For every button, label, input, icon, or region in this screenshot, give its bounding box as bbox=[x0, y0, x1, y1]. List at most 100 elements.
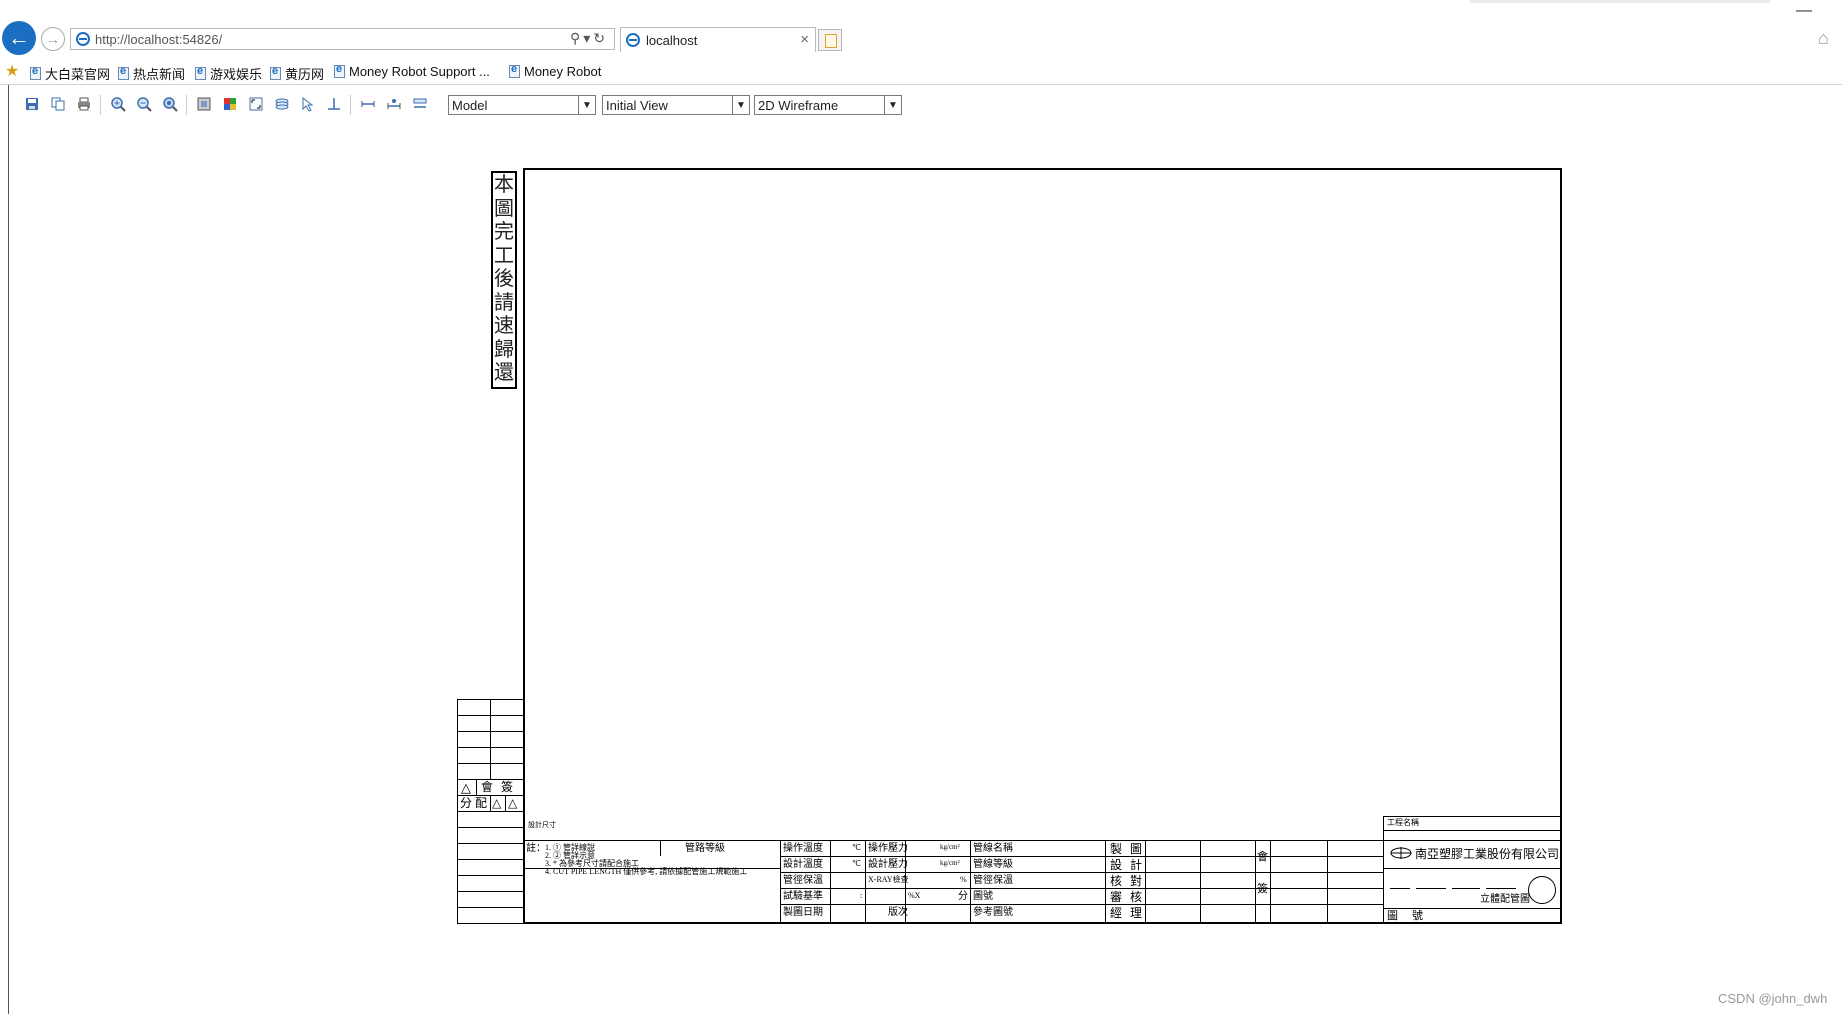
unit-mark: ℃ bbox=[852, 859, 861, 868]
layout-select-value: Model bbox=[452, 98, 488, 113]
url-text[interactable]: http://localhost:54826/ bbox=[95, 32, 222, 47]
property-label: 設計溫度 bbox=[783, 859, 823, 870]
note-line: 4. CUT PIPE LENGTH 僅供參考, 請依據配管施工規範施工 bbox=[545, 867, 748, 876]
approval-label: 審核 bbox=[1110, 890, 1151, 904]
forward-button[interactable]: → bbox=[41, 27, 65, 51]
chevron-down-icon[interactable]: ▼ bbox=[732, 96, 749, 114]
ortho-icon[interactable] bbox=[323, 93, 345, 115]
approval-label: 製圖 bbox=[1110, 842, 1151, 856]
new-tab-button[interactable] bbox=[818, 29, 842, 51]
chevron-down-icon[interactable]: ▼ bbox=[578, 96, 595, 114]
toolbar-separator bbox=[100, 95, 101, 115]
chevron-down-icon[interactable]: ▼ bbox=[884, 96, 901, 114]
title-block-line bbox=[1200, 840, 1201, 924]
view-select-value: Initial View bbox=[606, 98, 668, 113]
approval-label: 設計 bbox=[1110, 858, 1151, 872]
grid-line bbox=[505, 795, 506, 811]
property-label: 操作溫度 bbox=[783, 843, 823, 854]
favorite-link[interactable]: Money Robot Support ... bbox=[334, 63, 490, 79]
unit-mark: 分 bbox=[958, 891, 968, 902]
title-block-line bbox=[1105, 840, 1106, 924]
favorite-link[interactable]: 黄历网 bbox=[270, 64, 324, 83]
grid-line bbox=[457, 731, 524, 732]
favorites-bar: ★ 大白菜官网 热点新闻 游戏娱乐 黄历网 Money Robot Suppor… bbox=[0, 60, 1842, 84]
copy-icon[interactable] bbox=[47, 93, 69, 115]
title-block-line bbox=[1383, 840, 1384, 924]
print-icon[interactable] bbox=[73, 93, 95, 115]
title-block-line bbox=[1383, 868, 1562, 869]
title-block-line bbox=[970, 840, 971, 924]
unit-mark: kg/cm² bbox=[940, 859, 960, 867]
favorite-link[interactable]: 热点新闻 bbox=[118, 64, 185, 83]
home-icon[interactable]: ⌂ bbox=[1818, 28, 1829, 49]
property-label: 操作壓力 bbox=[868, 843, 908, 854]
project-name-label: 工程名稱 bbox=[1387, 818, 1419, 827]
zoom-in-icon[interactable] bbox=[107, 93, 129, 115]
view-select[interactable]: Initial View ▼ bbox=[602, 95, 750, 115]
design-size-label: 設計尺寸 bbox=[528, 821, 556, 829]
layer-icon[interactable] bbox=[193, 93, 215, 115]
favorites-star-icon[interactable]: ★ bbox=[5, 61, 19, 81]
circle-symbol bbox=[1528, 876, 1556, 904]
title-block-line bbox=[780, 856, 1383, 857]
zoom-extents-icon[interactable] bbox=[245, 93, 267, 115]
toolbar-separator bbox=[350, 95, 351, 115]
zoom-realtime-icon[interactable] bbox=[159, 93, 181, 115]
title-block-line bbox=[523, 840, 1562, 841]
favorite-link[interactable]: 大白菜官网 bbox=[30, 64, 110, 83]
select-icon[interactable] bbox=[297, 93, 319, 115]
color-icon[interactable] bbox=[219, 93, 241, 115]
title-line bbox=[1390, 888, 1410, 889]
grid-line bbox=[457, 859, 524, 860]
property-label: 管徑保溫 bbox=[783, 875, 823, 886]
grid-line bbox=[457, 715, 524, 716]
grid-line bbox=[457, 843, 524, 844]
watermark: CSDN @john_dwh bbox=[1718, 991, 1828, 1006]
grid-line bbox=[457, 891, 524, 892]
meeting-label: 簽 bbox=[1257, 883, 1268, 895]
title-block-line bbox=[865, 840, 866, 924]
title-block-line bbox=[1383, 816, 1562, 817]
favorite-link[interactable]: 游戏娱乐 bbox=[195, 64, 262, 83]
visual-style-select[interactable]: 2D Wireframe ▼ bbox=[754, 95, 902, 115]
measure-area-icon[interactable] bbox=[409, 93, 431, 115]
grid-line bbox=[457, 747, 524, 748]
layout-select[interactable]: Model ▼ bbox=[448, 95, 596, 115]
revision-label: 會 bbox=[481, 780, 494, 794]
company-logo-icon bbox=[1390, 847, 1412, 859]
page-border bbox=[8, 85, 9, 1014]
property-label: X-RAY檢查 bbox=[868, 875, 909, 884]
title-block-line bbox=[1255, 840, 1256, 924]
popup-edge bbox=[1470, 0, 1770, 3]
page-icon bbox=[195, 65, 206, 80]
back-arrow-icon: ← bbox=[8, 25, 30, 50]
save-icon[interactable] bbox=[21, 93, 43, 115]
minimize-icon[interactable]: — bbox=[1796, 2, 1812, 20]
zoom-out-icon[interactable] bbox=[133, 93, 155, 115]
property-label: 製圖日期 bbox=[783, 907, 823, 918]
toolbar-separator bbox=[186, 95, 187, 115]
notes-label: 註： bbox=[526, 843, 546, 854]
back-button[interactable]: ← bbox=[2, 21, 36, 55]
vertical-note: 本 圖 完 工 後 請 速 歸 還 bbox=[494, 174, 514, 384]
visual-style-select-value: 2D Wireframe bbox=[758, 98, 839, 113]
property-label: 設計壓力 bbox=[868, 859, 908, 870]
cad-drawing[interactable]: 本 圖 完 工 後 請 速 歸 還 △ 會 簽 分 配 △ △ 設計尺寸 註： … bbox=[420, 168, 1570, 928]
unit-mark: kg/cm² bbox=[940, 843, 960, 851]
drawing-border bbox=[523, 168, 1562, 924]
revision-label: 配 bbox=[475, 796, 488, 810]
close-tab-icon[interactable]: × bbox=[800, 31, 809, 48]
grid-line bbox=[457, 907, 524, 908]
divider bbox=[0, 84, 1842, 85]
revision-label: 簽 bbox=[501, 780, 514, 794]
title-block-line bbox=[660, 840, 661, 856]
layers-list-icon[interactable] bbox=[271, 93, 293, 115]
ie-tab-icon bbox=[626, 33, 640, 47]
search-refresh-icon[interactable]: ⚲▾↻ bbox=[570, 30, 608, 47]
title-line bbox=[1486, 888, 1516, 889]
measure-point-icon[interactable] bbox=[383, 93, 405, 115]
address-bar[interactable]: http://localhost:54826/ ⚲▾↻ bbox=[70, 28, 615, 50]
favorite-link[interactable]: Money Robot bbox=[509, 63, 601, 79]
browser-tab[interactable]: localhost × bbox=[620, 27, 816, 52]
measure-icon[interactable] bbox=[357, 93, 379, 115]
